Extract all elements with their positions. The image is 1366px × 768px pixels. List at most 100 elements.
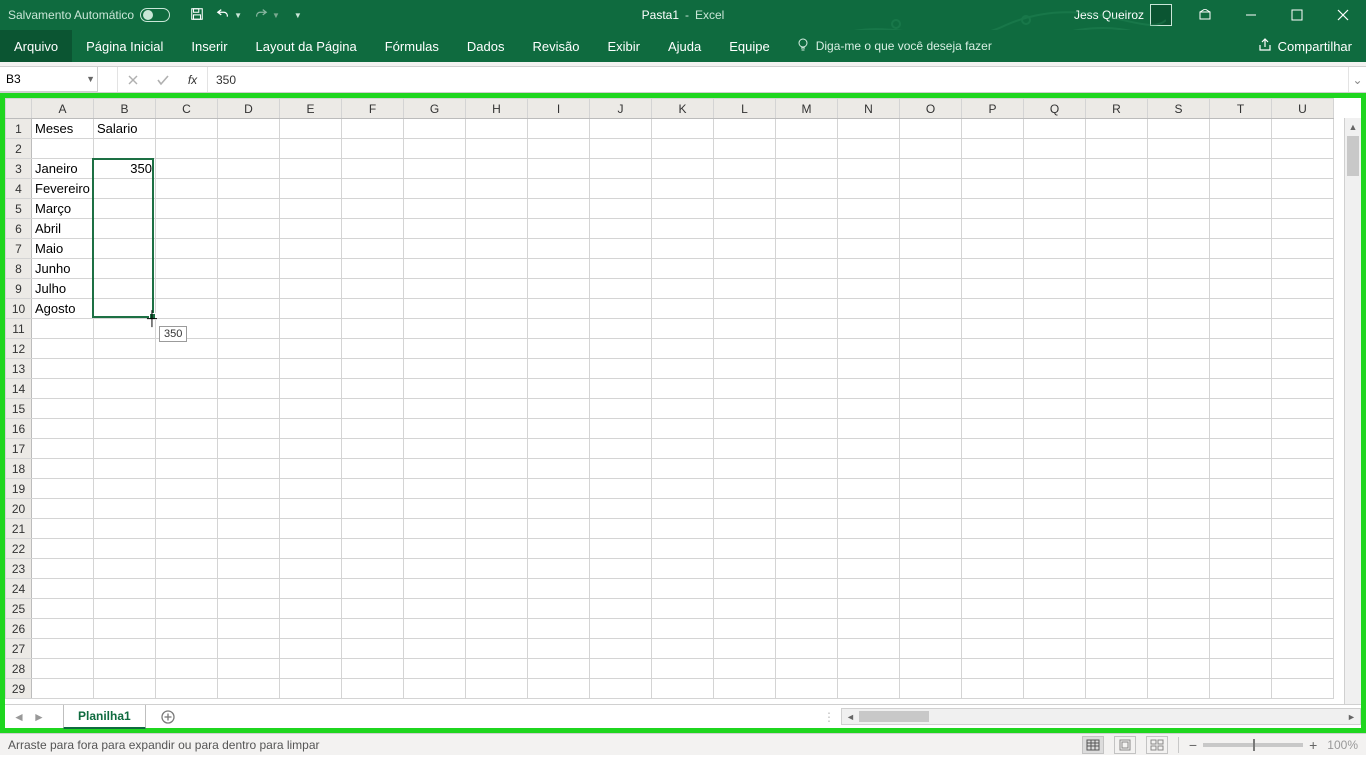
- cell-C7[interactable]: [156, 239, 218, 259]
- cell-O6[interactable]: [900, 219, 962, 239]
- redo-icon[interactable]: [254, 7, 268, 24]
- cell-U14[interactable]: [1272, 379, 1334, 399]
- col-header-B[interactable]: B: [94, 99, 156, 119]
- cell-U5[interactable]: [1272, 199, 1334, 219]
- row-header-21[interactable]: 21: [6, 519, 32, 539]
- col-header-S[interactable]: S: [1148, 99, 1210, 119]
- cell-Q18[interactable]: [1024, 459, 1086, 479]
- cell-A21[interactable]: [32, 519, 94, 539]
- cell-E25[interactable]: [280, 599, 342, 619]
- cell-D25[interactable]: [218, 599, 280, 619]
- cell-K23[interactable]: [652, 559, 714, 579]
- cell-A14[interactable]: [32, 379, 94, 399]
- cell-L22[interactable]: [714, 539, 776, 559]
- cell-A2[interactable]: [32, 139, 94, 159]
- zoom-track[interactable]: [1203, 743, 1303, 747]
- cell-A18[interactable]: [32, 459, 94, 479]
- cell-D11[interactable]: [218, 319, 280, 339]
- cell-B14[interactable]: [94, 379, 156, 399]
- cell-J23[interactable]: [590, 559, 652, 579]
- row-header-1[interactable]: 1: [6, 119, 32, 139]
- cell-I3[interactable]: [528, 159, 590, 179]
- cell-P5[interactable]: [962, 199, 1024, 219]
- cell-N14[interactable]: [838, 379, 900, 399]
- minimize-button[interactable]: [1228, 0, 1274, 30]
- cell-R17[interactable]: [1086, 439, 1148, 459]
- cell-G3[interactable]: [404, 159, 466, 179]
- cell-O19[interactable]: [900, 479, 962, 499]
- cell-P13[interactable]: [962, 359, 1024, 379]
- cell-T3[interactable]: [1210, 159, 1272, 179]
- row-header-26[interactable]: 26: [6, 619, 32, 639]
- cell-F20[interactable]: [342, 499, 404, 519]
- cell-H21[interactable]: [466, 519, 528, 539]
- cell-U2[interactable]: [1272, 139, 1334, 159]
- cell-K22[interactable]: [652, 539, 714, 559]
- cell-F1[interactable]: [342, 119, 404, 139]
- cell-U27[interactable]: [1272, 639, 1334, 659]
- cell-O12[interactable]: [900, 339, 962, 359]
- cell-H8[interactable]: [466, 259, 528, 279]
- cell-A12[interactable]: [32, 339, 94, 359]
- cell-M27[interactable]: [776, 639, 838, 659]
- cell-P11[interactable]: [962, 319, 1024, 339]
- cell-M23[interactable]: [776, 559, 838, 579]
- cell-B4[interactable]: [94, 179, 156, 199]
- cell-A23[interactable]: [32, 559, 94, 579]
- cell-S3[interactable]: [1148, 159, 1210, 179]
- cell-F9[interactable]: [342, 279, 404, 299]
- cell-U3[interactable]: [1272, 159, 1334, 179]
- cell-K3[interactable]: [652, 159, 714, 179]
- cell-F28[interactable]: [342, 659, 404, 679]
- row-header-4[interactable]: 4: [6, 179, 32, 199]
- cell-L8[interactable]: [714, 259, 776, 279]
- cell-A25[interactable]: [32, 599, 94, 619]
- cell-R2[interactable]: [1086, 139, 1148, 159]
- cell-T21[interactable]: [1210, 519, 1272, 539]
- cell-U12[interactable]: [1272, 339, 1334, 359]
- cell-H2[interactable]: [466, 139, 528, 159]
- cell-M8[interactable]: [776, 259, 838, 279]
- tab-page-layout[interactable]: Layout da Página: [242, 30, 371, 62]
- cell-N28[interactable]: [838, 659, 900, 679]
- cell-R23[interactable]: [1086, 559, 1148, 579]
- cancel-formula-button[interactable]: [118, 67, 148, 92]
- cell-O3[interactable]: [900, 159, 962, 179]
- cell-B28[interactable]: [94, 659, 156, 679]
- cell-E28[interactable]: [280, 659, 342, 679]
- cell-F6[interactable]: [342, 219, 404, 239]
- cell-U26[interactable]: [1272, 619, 1334, 639]
- cell-O2[interactable]: [900, 139, 962, 159]
- cell-J21[interactable]: [590, 519, 652, 539]
- cell-E4[interactable]: [280, 179, 342, 199]
- cell-G8[interactable]: [404, 259, 466, 279]
- cell-J9[interactable]: [590, 279, 652, 299]
- cell-N29[interactable]: [838, 679, 900, 699]
- cell-N7[interactable]: [838, 239, 900, 259]
- cell-G16[interactable]: [404, 419, 466, 439]
- cell-H15[interactable]: [466, 399, 528, 419]
- cell-S27[interactable]: [1148, 639, 1210, 659]
- cell-U21[interactable]: [1272, 519, 1334, 539]
- cell-H23[interactable]: [466, 559, 528, 579]
- cell-C27[interactable]: [156, 639, 218, 659]
- row-header-22[interactable]: 22: [6, 539, 32, 559]
- cell-G6[interactable]: [404, 219, 466, 239]
- cell-L16[interactable]: [714, 419, 776, 439]
- cell-M1[interactable]: [776, 119, 838, 139]
- cell-F24[interactable]: [342, 579, 404, 599]
- cell-Q14[interactable]: [1024, 379, 1086, 399]
- cell-P29[interactable]: [962, 679, 1024, 699]
- cell-B20[interactable]: [94, 499, 156, 519]
- cell-K5[interactable]: [652, 199, 714, 219]
- cell-P22[interactable]: [962, 539, 1024, 559]
- cell-U9[interactable]: [1272, 279, 1334, 299]
- cell-T8[interactable]: [1210, 259, 1272, 279]
- cell-L3[interactable]: [714, 159, 776, 179]
- cell-O20[interactable]: [900, 499, 962, 519]
- cell-K17[interactable]: [652, 439, 714, 459]
- cell-I27[interactable]: [528, 639, 590, 659]
- sheet-prev-icon[interactable]: ◄: [9, 710, 29, 724]
- cell-C28[interactable]: [156, 659, 218, 679]
- cell-U15[interactable]: [1272, 399, 1334, 419]
